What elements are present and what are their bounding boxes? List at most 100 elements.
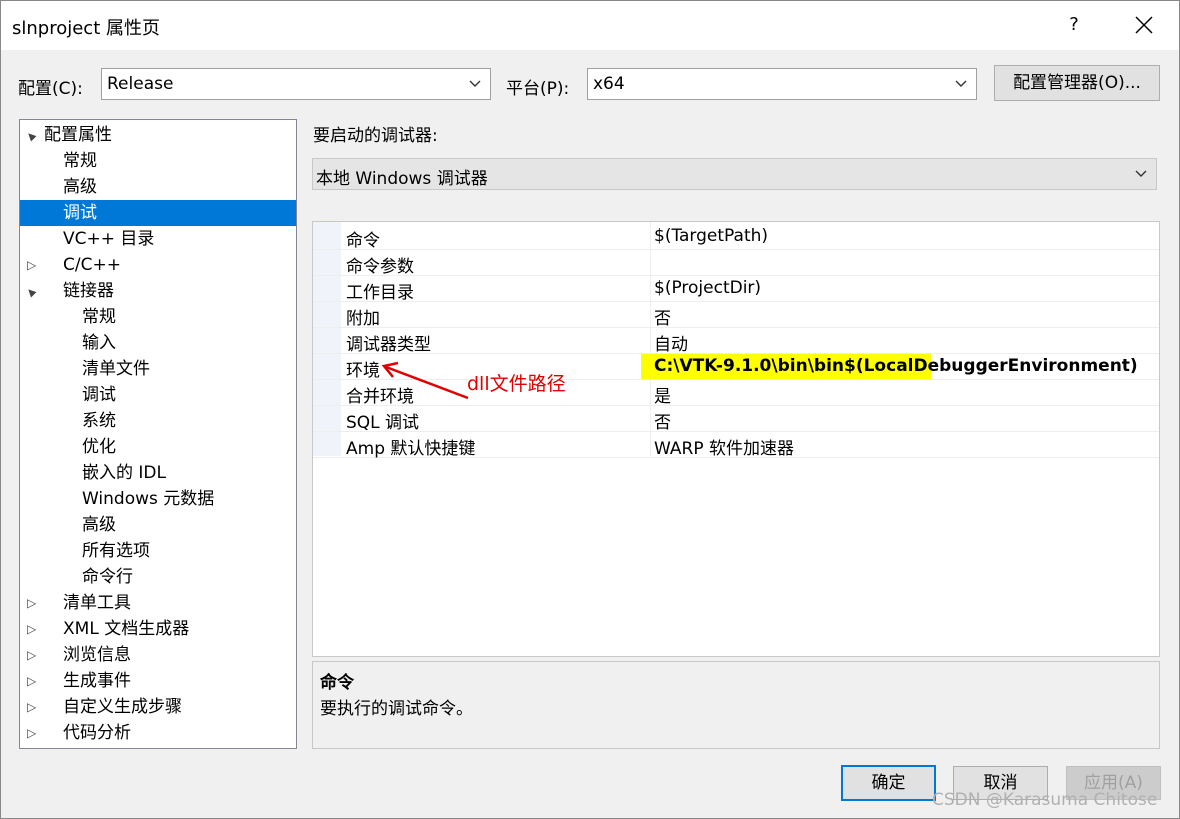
property-value[interactable]: $(TargetPath)	[654, 226, 768, 246]
chevron-down-icon	[1135, 170, 1147, 177]
tree-item-label: 浏览信息	[63, 645, 131, 665]
tree-item-label: 清单工具	[63, 593, 131, 613]
tree-item[interactable]: ▲ 链接器	[20, 278, 296, 304]
property-name: 命令参数	[346, 257, 414, 277]
tree-item-label: 链接器	[63, 281, 114, 301]
description-panel: 命令 要执行的调试命令。	[312, 661, 1160, 749]
tree-item-label: 清单文件	[82, 359, 150, 379]
config-value: Release	[107, 74, 174, 94]
tree-item[interactable]: 输入	[20, 330, 296, 356]
tree-item[interactable]: ▷ 浏览信息	[20, 642, 296, 668]
property-value[interactable]: $(ProjectDir)	[654, 278, 761, 298]
platform-select[interactable]: x64	[587, 68, 977, 100]
property-value[interactable]: 否	[654, 304, 671, 329]
debugger-value: 本地 Windows 调试器	[316, 169, 488, 189]
tree-item-label: XML 文档生成器	[63, 619, 190, 639]
property-value[interactable]: 自动	[654, 330, 688, 355]
property-row[interactable]: 命令 $(TargetPath)	[313, 224, 1159, 251]
tree-item-label: 自定义生成步骤	[63, 697, 182, 717]
property-name: SQL 调试	[346, 413, 420, 433]
tree-item[interactable]: ▷ 代码分析	[20, 720, 296, 746]
tree-item-label: 系统	[82, 411, 116, 431]
collapsed-icon[interactable]: ▷	[27, 720, 39, 746]
tree-item-label: 代码分析	[63, 723, 131, 743]
tree-item[interactable]: 调试	[20, 200, 296, 226]
property-row[interactable]: SQL 调试 否	[313, 406, 1159, 433]
debugger-label: 要启动的调试器:	[313, 126, 438, 146]
tree-item-label: 输入	[82, 333, 116, 353]
property-value[interactable]: C:\VTK-9.1.0\bin\bin$(LocalDebuggerEnvir…	[654, 356, 1138, 376]
tree-item-label: 调试	[63, 203, 97, 223]
config-label: 配置(C):	[18, 79, 83, 99]
collapsed-icon[interactable]: ▷	[27, 616, 39, 642]
tree-item[interactable]: VC++ 目录	[20, 226, 296, 252]
tree-item-label: 生成事件	[63, 671, 131, 691]
property-row[interactable]: Amp 默认快捷键 WARP 软件加速器	[313, 432, 1159, 459]
chevron-down-icon	[469, 80, 481, 87]
help-button[interactable]: ?	[1058, 10, 1090, 40]
title-bar: slnproject 属性页 ?	[0, 0, 1180, 50]
tree-item-label: 高级	[63, 177, 97, 197]
property-row[interactable]: 调试器类型 自动	[313, 328, 1159, 355]
ok-button[interactable]: 确定	[841, 765, 936, 801]
tree-item[interactable]: 优化	[20, 434, 296, 460]
config-manager-button[interactable]: 配置管理器(O)...	[994, 65, 1160, 101]
tree-item[interactable]: 命令行	[20, 564, 296, 590]
tree-item[interactable]: 系统	[20, 408, 296, 434]
tree-item[interactable]: ▷ C/C++	[20, 252, 296, 278]
annotation-arrow-icon	[381, 361, 469, 400]
tree-item-label: 配置属性	[44, 125, 112, 145]
property-tree: ▲ 配置属性 常规 高级 调试 VC++ 目录 ▷ C/C++ ▲ 链接器 常规 输入 清单文件 调试 系统…	[19, 119, 297, 749]
property-grid: 命令 $(TargetPath) 命令参数 工作目录 $(ProjectDir) 附加否调…	[312, 221, 1160, 657]
config-select[interactable]: Release	[101, 68, 491, 100]
platform-value: x64	[593, 74, 625, 94]
tree-item-label: 优化	[82, 437, 116, 457]
property-row[interactable]: 工作目录 $(ProjectDir)	[313, 276, 1159, 303]
tree-item[interactable]: ▷ XML 文档生成器	[20, 616, 296, 642]
collapsed-icon[interactable]: ▷	[27, 252, 39, 278]
window-title: slnproject 属性页	[12, 18, 160, 39]
tree-item-label: Windows 元数据	[82, 489, 215, 509]
property-name: 工作目录	[346, 283, 414, 303]
property-row[interactable]: 附加 否	[313, 302, 1159, 329]
platform-label: 平台(P):	[506, 79, 570, 99]
property-name: 附加	[346, 309, 380, 329]
tree-item-label: 高级	[82, 515, 116, 535]
annotation-text: dll文件路径	[467, 373, 566, 395]
collapsed-icon[interactable]: ▷	[27, 590, 39, 616]
tree-item[interactable]: 常规	[20, 304, 296, 330]
description-title: 命令	[320, 673, 354, 693]
tree-item[interactable]: 高级	[20, 174, 296, 200]
expanded-icon[interactable]: ▲	[20, 278, 47, 305]
tree-item-label: 命令行	[82, 567, 133, 587]
chevron-down-icon	[955, 80, 967, 87]
property-value[interactable]: 否	[654, 408, 671, 433]
collapsed-icon[interactable]: ▷	[27, 668, 39, 694]
tree-item[interactable]: ▷ 生成事件	[20, 668, 296, 694]
close-button[interactable]	[1126, 10, 1162, 40]
tree-item[interactable]: 调试	[20, 382, 296, 408]
collapsed-icon[interactable]: ▷	[27, 642, 39, 668]
property-name: 调试器类型	[346, 335, 431, 355]
property-value[interactable]: WARP 软件加速器	[654, 434, 794, 459]
tree-item[interactable]: 清单文件	[20, 356, 296, 382]
tree-item[interactable]: Windows 元数据	[20, 486, 296, 512]
tree-item[interactable]: 所有选项	[20, 538, 296, 564]
tree-item-label: VC++ 目录	[63, 229, 155, 249]
debugger-select[interactable]: 本地 Windows 调试器	[312, 158, 1157, 190]
tree-item[interactable]: ▷ 清单工具	[20, 590, 296, 616]
tree-item-label: 所有选项	[82, 541, 150, 561]
tree-item[interactable]: ▲ 配置属性	[20, 122, 296, 148]
property-row[interactable]: 命令参数	[313, 250, 1159, 277]
collapsed-icon[interactable]: ▷	[27, 694, 39, 720]
property-name: Amp 默认快捷键	[346, 439, 476, 459]
tree-item[interactable]: ▷ 自定义生成步骤	[20, 694, 296, 720]
description-text: 要执行的调试命令。	[320, 699, 473, 719]
tree-item-label: C/C++	[63, 255, 121, 275]
tree-item[interactable]: 常规	[20, 148, 296, 174]
tree-item[interactable]: 高级	[20, 512, 296, 538]
expanded-icon[interactable]: ▲	[20, 122, 47, 149]
property-value[interactable]: 是	[654, 382, 671, 407]
watermark: CSDN @Karasuma Chitose	[932, 790, 1158, 810]
tree-item[interactable]: 嵌入的 IDL	[20, 460, 296, 486]
